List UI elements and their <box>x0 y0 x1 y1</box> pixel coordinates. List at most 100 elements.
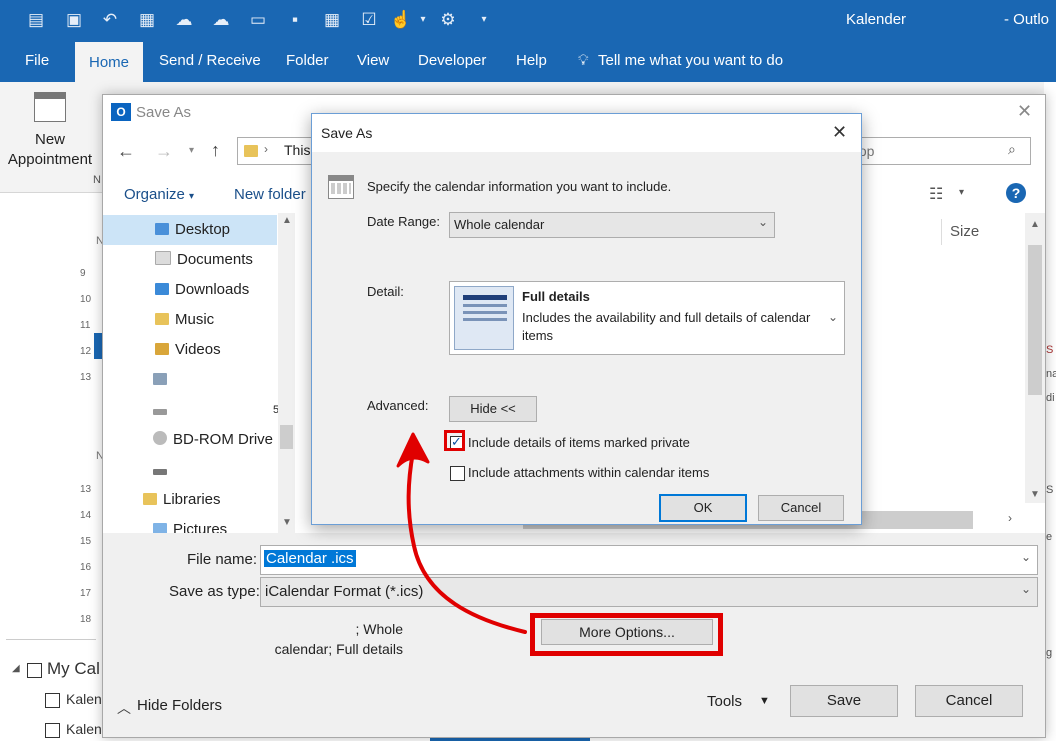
view-dropdown-icon[interactable]: ▾ <box>959 187 964 198</box>
file-name-input[interactable]: Calendar .ics ⌄ <box>260 545 1038 575</box>
size-header-label: Size <box>950 223 980 240</box>
search-icon[interactable]: ⌕ <box>1008 141 1016 158</box>
save-button[interactable]: Save <box>790 685 898 717</box>
tab-send-receive[interactable]: Send / Receive <box>159 40 261 82</box>
recent-dropdown-icon[interactable]: ▾ <box>189 145 194 156</box>
my-calendars-group[interactable]: My Cal <box>47 659 100 679</box>
customize-toolbar-icon[interactable]: ▾ <box>473 9 495 31</box>
up-arrow-icon[interactable]: ↑ <box>211 140 220 161</box>
contact-card-icon[interactable]: ▪ <box>284 9 306 31</box>
view-options-icon[interactable]: ☷ <box>929 184 943 204</box>
size-column-header[interactable]: Size <box>941 219 1022 245</box>
calendar-grid-icon[interactable]: ▦ <box>321 9 343 31</box>
calendar-item-1[interactable]: Kalen <box>66 691 102 707</box>
chevron-down-icon[interactable]: ⌄ <box>828 310 838 324</box>
file-list-scrollbar[interactable]: ▲ ▼ <box>1025 213 1045 503</box>
ok-button[interactable]: OK <box>659 494 747 522</box>
hide-folders-toggle[interactable]: Hide Folders <box>137 697 222 714</box>
chevron-down-icon[interactable]: ▾ <box>412 9 434 31</box>
detail-select[interactable]: Full details Includes the availability a… <box>449 281 845 355</box>
nav-item-libraries[interactable]: Libraries <box>143 485 221 515</box>
music-icon <box>155 313 169 325</box>
mail-icon[interactable]: ▣ <box>63 9 85 31</box>
scroll-down-icon[interactable]: ▼ <box>282 517 292 528</box>
file-name-value: Calendar .ics <box>264 550 356 567</box>
tab-home[interactable]: Home <box>75 42 144 82</box>
new-folder-button[interactable]: New folder <box>234 186 306 203</box>
organize-button[interactable]: Organize ▾ <box>124 186 194 203</box>
touch-mode-icon[interactable]: ☝ <box>390 9 412 31</box>
appt-snip: g <box>1046 647 1053 659</box>
new-appointment-button[interactable]: New Appointment <box>0 130 100 170</box>
cloud-icon[interactable]: ☁ <box>173 9 195 31</box>
options-summary-2: calendar; Full details <box>223 639 403 659</box>
dialog-cancel-button[interactable]: Cancel <box>758 495 844 521</box>
scroll-thumb[interactable] <box>1028 245 1042 395</box>
summary-line-1: ; Whole <box>355 621 403 637</box>
chevron-down-icon[interactable]: ⌄ <box>1021 550 1031 564</box>
tell-me-search[interactable]: Tell me what you want to do <box>598 40 783 82</box>
tab-view[interactable]: View <box>357 40 389 82</box>
arrow-shaft <box>406 450 527 634</box>
group-checkbox[interactable] <box>27 663 42 678</box>
instruction-text: Specify the calendar information you wan… <box>367 179 672 194</box>
nav-item-videos[interactable]: Videos <box>155 335 221 365</box>
tab-folder[interactable]: Folder <box>286 40 329 82</box>
nav-item-pictures[interactable]: Pictures <box>153 515 227 533</box>
undo-icon[interactable]: ↶ <box>99 9 121 31</box>
nav-item-local-drive[interactable]: 5 <box>153 395 279 425</box>
nav-item-usb-drive[interactable] <box>153 455 173 485</box>
collapse-icon[interactable]: ◢ <box>12 663 20 674</box>
hide-advanced-button[interactable]: Hide << <box>449 396 537 422</box>
help-icon[interactable]: ? <box>1006 183 1026 203</box>
scroll-right-icon[interactable]: › <box>1008 511 1012 525</box>
cloud-alt-icon[interactable]: ☁ <box>210 9 232 31</box>
card-icon[interactable]: ▭ <box>247 9 269 31</box>
appt-snip: di <box>1046 392 1055 404</box>
close-icon[interactable]: ✕ <box>832 122 847 143</box>
search-input[interactable]: ktop ⌕ <box>841 137 1031 165</box>
chevron-down-icon[interactable]: ⌄ <box>758 215 768 229</box>
nav-item-desktop[interactable]: Desktop <box>155 215 230 245</box>
nav-item-music[interactable]: Music <box>155 305 214 335</box>
calendar-checkbox-1[interactable] <box>45 693 60 708</box>
calendar-sync-icon[interactable]: ▦ <box>136 9 158 31</box>
calendar-checkbox-2[interactable] <box>45 723 60 738</box>
nav-item-network-drive[interactable] <box>153 365 173 395</box>
back-arrow-icon[interactable]: ← <box>117 141 135 162</box>
tab-developer[interactable]: Developer <box>418 40 486 82</box>
pictures-icon <box>153 523 167 533</box>
window-title: Kalender <box>846 11 907 28</box>
scroll-down-icon[interactable]: ▼ <box>1030 489 1040 500</box>
drive-icon <box>153 409 167 415</box>
save-type-select[interactable]: iCalendar Format (*.ics) ⌄ <box>260 577 1038 607</box>
week-number: 12 <box>80 346 92 357</box>
tab-help[interactable]: Help <box>516 40 547 82</box>
close-icon[interactable]: ✕ <box>1017 101 1032 122</box>
week-numbers-top: 9 10 11 12 13 <box>80 261 91 391</box>
chevron-down-icon[interactable]: ⌄ <box>1021 582 1031 596</box>
nav-scrollbar[interactable]: ▲ ▼ <box>278 213 295 533</box>
forward-arrow-icon[interactable]: → <box>155 141 173 162</box>
address-bar[interactable]: › This <box>237 137 319 165</box>
nav-label: Pictures <box>173 521 228 533</box>
tab-file[interactable]: File <box>25 40 49 82</box>
details-preview-icon <box>454 286 514 350</box>
task-check-icon[interactable]: ☑ <box>358 9 380 31</box>
settings-icon[interactable]: ⚙ <box>437 9 459 31</box>
appt-snip: S <box>1046 484 1054 496</box>
scroll-thumb[interactable] <box>280 425 293 449</box>
week-number: 18 <box>80 614 92 625</box>
date-range-select[interactable]: Whole calendar ⌄ <box>449 212 775 238</box>
date-range-label: Date Range: <box>367 214 440 229</box>
cancel-button[interactable]: Cancel <box>915 685 1023 717</box>
tools-button[interactable]: Tools <box>707 693 742 710</box>
nav-item-bd-rom[interactable]: BD-ROM Drive <box>153 425 273 455</box>
nav-item-documents[interactable]: Documents <box>155 245 253 275</box>
scroll-up-icon[interactable]: ▲ <box>1030 219 1040 230</box>
chevron-up-icon[interactable]: ︿ <box>117 698 131 718</box>
tools-dropdown-icon[interactable]: ▼ <box>759 695 770 707</box>
scroll-up-icon[interactable]: ▲ <box>282 215 292 226</box>
nav-item-downloads[interactable]: Downloads <box>155 275 249 305</box>
send-receive-icon[interactable]: ▤ <box>25 9 47 31</box>
